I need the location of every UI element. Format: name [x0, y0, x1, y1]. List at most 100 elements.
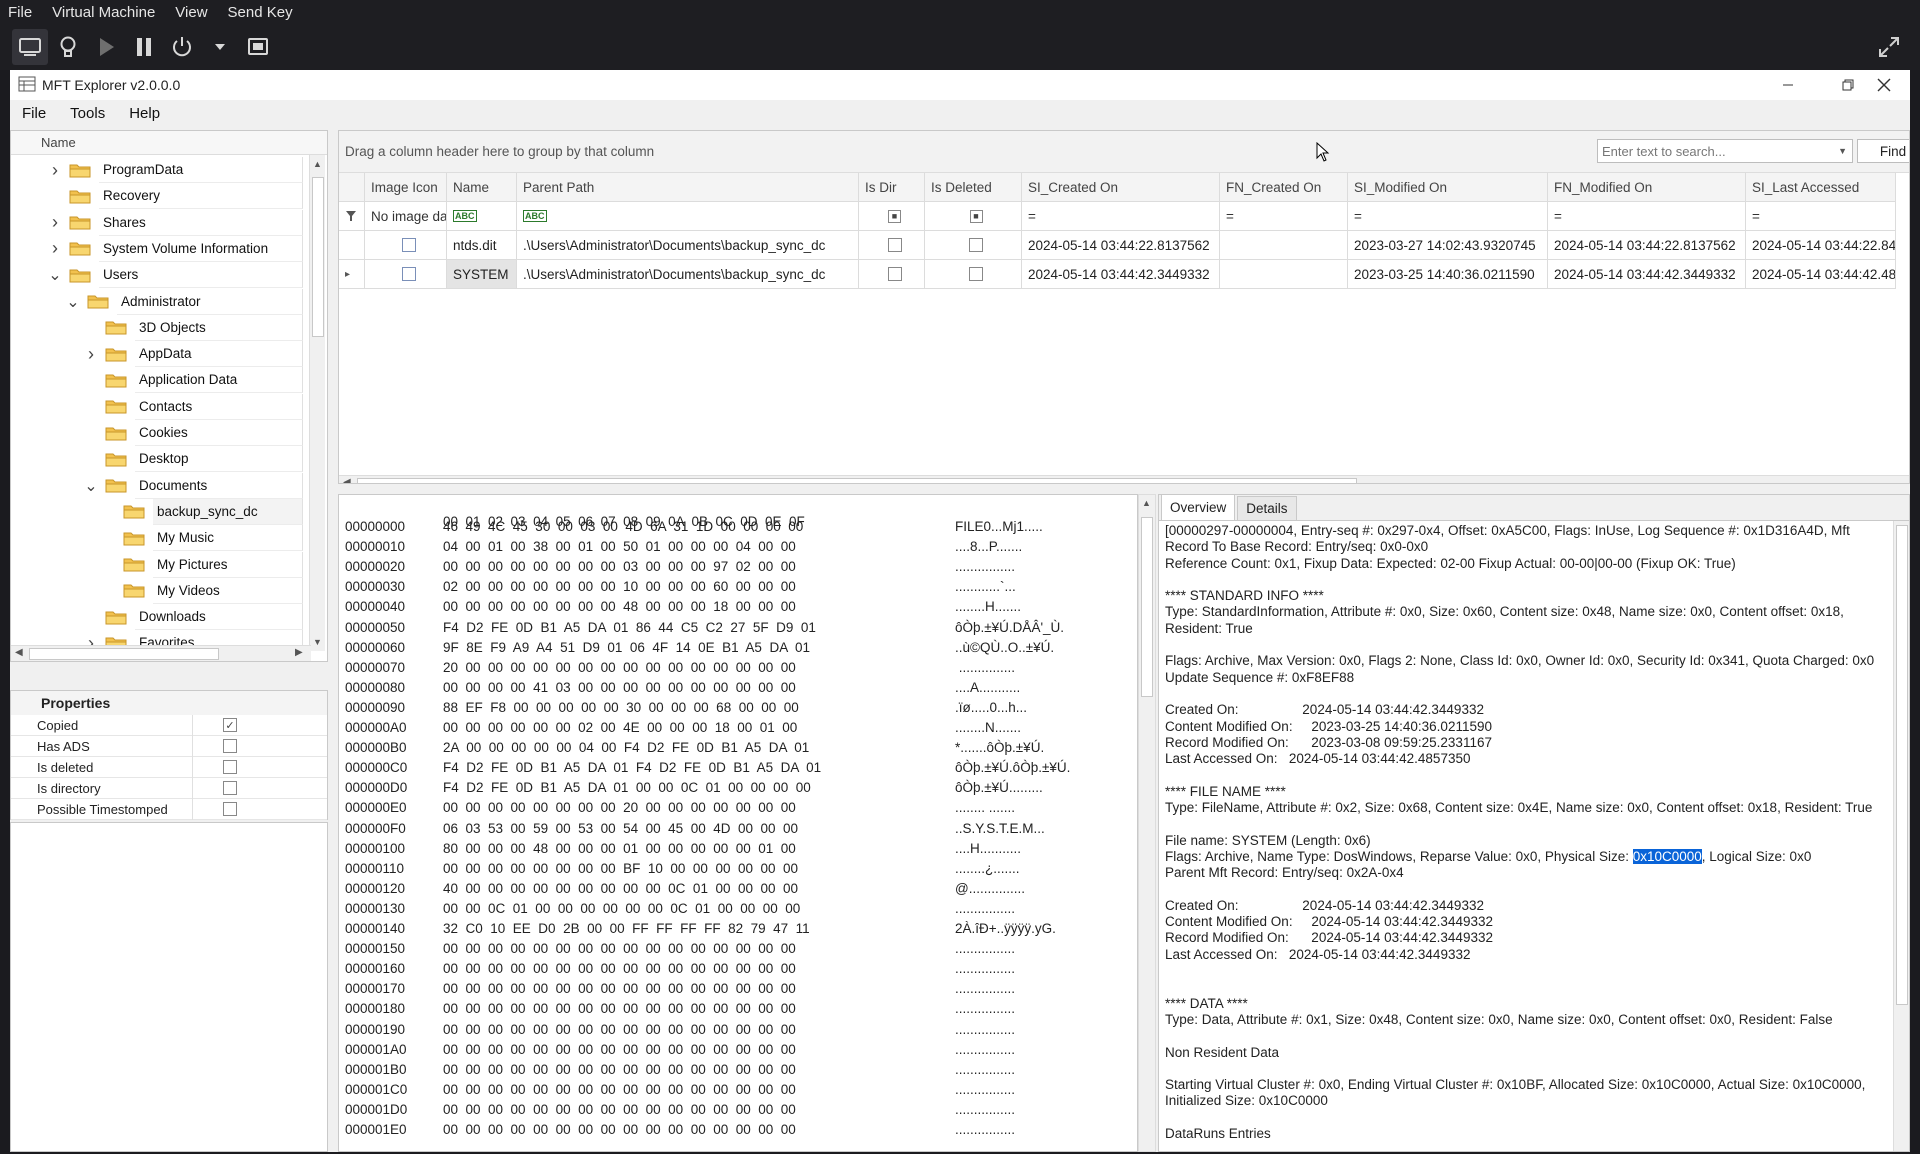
- scroll-left-icon[interactable]: ◀: [343, 477, 351, 483]
- hex-ascii[interactable]: FILE0...Mj1.....: [955, 519, 1043, 534]
- hex-viewer[interactable]: 00 01 02 03 04 05 06 07 08 09 0A 0B 0C 0…: [338, 494, 1138, 1152]
- chevron-down-icon[interactable]: ⌄: [65, 292, 81, 312]
- hex-bytes[interactable]: 04 00 01 00 38 00 01 00 50 01 00 00 00 0…: [443, 539, 796, 554]
- vm-menu-file[interactable]: File: [8, 4, 32, 21]
- overview-text[interactable]: [00000297-00000004, Entry-seq #: 0x297-0…: [1165, 523, 1905, 1142]
- row-checkbox[interactable]: [969, 267, 983, 281]
- filter-si-created[interactable]: =: [1022, 202, 1220, 231]
- tree-item[interactable]: › AppData: [83, 341, 303, 368]
- hex-ascii[interactable]: 2À.îÐ+..ÿÿÿÿ.yG.: [955, 921, 1056, 936]
- hex-bytes[interactable]: 00 00 00 00 00 00 00 00 00 00 00 00 00 0…: [443, 1001, 796, 1016]
- hex-bytes[interactable]: F4 D2 FE 0D B1 A5 DA 01 00 00 0C 01 00 0…: [443, 780, 811, 795]
- filter-parent[interactable]: ABC: [517, 202, 859, 231]
- hex-ascii[interactable]: ................: [955, 981, 1015, 996]
- tree-item[interactable]: My Videos: [101, 577, 303, 604]
- menu-tools[interactable]: Tools: [58, 105, 117, 122]
- power-icon[interactable]: [164, 29, 200, 65]
- hex-bytes[interactable]: 2A 00 00 00 00 00 04 00 F4 D2 FE 0D B1 A…: [443, 740, 809, 755]
- scroll-up-icon[interactable]: ▲: [313, 159, 322, 169]
- filter-checkbox[interactable]: ■: [969, 209, 983, 223]
- hex-ascii[interactable]: ................: [955, 1042, 1015, 1057]
- hex-ascii[interactable]: ............`...: [955, 579, 1016, 594]
- chevron-down-icon[interactable]: ⌄: [83, 476, 99, 496]
- hex-ascii[interactable]: .ïø.....0...h...: [955, 700, 1027, 715]
- grid-header-row[interactable]: Image Icon Name Parent Path Is Dir Is Delete…: [339, 173, 1896, 202]
- bulb-icon[interactable]: [50, 29, 86, 65]
- row-checkbox[interactable]: [887, 238, 902, 252]
- hex-bytes[interactable]: 00 00 00 00 00 00 00 00 00 00 00 00 00 0…: [443, 1042, 796, 1057]
- hex-ascii[interactable]: ........¿.......: [955, 861, 1020, 876]
- hex-ascii[interactable]: ........ .......: [955, 800, 1015, 815]
- power-dropdown-icon[interactable]: [202, 29, 238, 65]
- hex-bytes[interactable]: F4 D2 FE 0D B1 A5 DA 01 86 44 C5 C2 27 5…: [443, 620, 816, 635]
- col-name[interactable]: Name: [447, 173, 517, 202]
- snapshot-icon[interactable]: [240, 29, 276, 65]
- col-si-modified[interactable]: SI_Modified On: [1348, 173, 1548, 202]
- col-image-icon[interactable]: Image Icon: [365, 173, 447, 202]
- tree-item[interactable]: My Pictures: [101, 551, 303, 578]
- menu-file[interactable]: File: [10, 105, 58, 122]
- minimize-icon[interactable]: [1764, 70, 1812, 100]
- property-checkbox[interactable]: [223, 781, 237, 795]
- hex-bytes[interactable]: 9F 8E F9 A9 A4 51 D9 01 06 4F 14 0E B1 A…: [443, 640, 810, 655]
- hex-bytes[interactable]: 00 00 00 00 00 00 00 00 BF 10 00 00 00 0…: [443, 861, 798, 876]
- hex-ascii[interactable]: ................: [955, 1102, 1015, 1117]
- hex-ascii[interactable]: ..ù©QÙ..O..±¥Ú.: [955, 640, 1054, 655]
- tree-item[interactable]: Application Data: [83, 367, 303, 394]
- scroll-thumb[interactable]: [1896, 525, 1908, 1005]
- vm-menu-send-key[interactable]: Send Key: [228, 4, 293, 21]
- fullscreen-icon[interactable]: [1872, 30, 1906, 64]
- tree-item[interactable]: Contacts: [83, 393, 303, 420]
- hex-ascii[interactable]: ....8...P.......: [955, 539, 1022, 554]
- property-checkbox[interactable]: [223, 760, 237, 774]
- hex-ascii[interactable]: ôÒþ.±¥Ú.ôÒþ.±¥Ú.: [955, 760, 1070, 775]
- chevron-down-icon[interactable]: ⌄: [47, 265, 63, 285]
- hex-bytes[interactable]: 00 00 00 00 00 00 00 00 00 00 00 00 00 0…: [443, 981, 796, 996]
- scroll-thumb[interactable]: [357, 478, 1357, 483]
- scroll-left-icon[interactable]: ◀: [15, 647, 23, 658]
- tree-item[interactable]: Desktop: [83, 446, 303, 473]
- tree-item[interactable]: ⌄ Documents: [83, 472, 303, 499]
- filter-checkbox[interactable]: ■: [888, 209, 901, 223]
- hex-ascii[interactable]: @...............: [955, 881, 1025, 896]
- selected-text[interactable]: 0x10C0000: [1632, 848, 1702, 864]
- chevron-right-icon[interactable]: ›: [83, 344, 99, 365]
- search-dropdown-icon[interactable]: ▼: [1838, 146, 1847, 156]
- console-icon[interactable]: [12, 29, 48, 65]
- hex-ascii[interactable]: ................: [955, 941, 1015, 956]
- hex-ascii[interactable]: ................: [955, 1022, 1015, 1037]
- scroll-thumb[interactable]: [312, 177, 324, 337]
- find-button[interactable]: Find: [1857, 139, 1909, 163]
- tree-item[interactable]: Cookies: [83, 420, 303, 446]
- hex-ascii[interactable]: ................: [955, 1122, 1015, 1137]
- tree-horizontal-scrollbar[interactable]: ◀ ▶: [11, 645, 311, 661]
- hex-ascii[interactable]: ................: [955, 961, 1015, 976]
- tree-vertical-scrollbar[interactable]: ▲ ▼: [309, 155, 325, 651]
- hex-bytes[interactable]: 00 00 00 00 00 00 00 00 48 00 00 00 18 0…: [443, 599, 796, 614]
- grid-row[interactable]: ▸ SYSTEM .\Users\Administrator\Documents\b…: [339, 260, 1896, 289]
- grid-row[interactable]: ntds.dit .\Users\Administrator\Documents\…: [339, 231, 1896, 260]
- hex-ascii[interactable]: ...............: [955, 660, 1015, 675]
- filter-is-deleted[interactable]: ■: [925, 202, 1022, 231]
- scroll-down-icon[interactable]: ▼: [313, 637, 322, 647]
- hex-bytes[interactable]: 06 03 53 00 59 00 53 00 54 00 45 00 4D 0…: [443, 821, 798, 836]
- hex-bytes[interactable]: 00 00 00 00 00 00 00 00 00 00 00 00 00 0…: [443, 961, 796, 976]
- pause-icon[interactable]: [126, 29, 162, 65]
- hex-bytes[interactable]: 32 C0 10 EE D0 2B 00 00 FF FF FF FF 82 7…: [443, 921, 810, 936]
- hex-ascii[interactable]: ................: [955, 1082, 1015, 1097]
- col-parent-path[interactable]: Parent Path: [517, 173, 859, 202]
- hex-bytes[interactable]: 80 00 00 00 48 00 00 00 01 00 00 00 00 0…: [443, 841, 796, 856]
- scroll-right-icon[interactable]: ▶: [295, 647, 303, 658]
- tree-item[interactable]: ⌄ Users: [47, 262, 303, 289]
- filter-fn-modified[interactable]: =: [1548, 202, 1746, 231]
- hex-bytes[interactable]: 20 00 00 00 00 00 00 00 00 00 00 00 00 0…: [443, 660, 796, 675]
- tree-item[interactable]: 3D Objects: [83, 314, 303, 341]
- tree-item[interactable]: Recovery: [47, 183, 303, 210]
- property-checkbox[interactable]: [223, 802, 237, 816]
- tree-item[interactable]: › ProgramData: [47, 157, 303, 183]
- hex-bytes[interactable]: 40 00 00 00 00 00 00 00 00 00 0C 01 00 0…: [443, 881, 798, 896]
- hex-bytes[interactable]: 46 49 4C 45 30 00 03 00 4D 6A 31 1D 00 0…: [443, 519, 803, 534]
- hex-bytes[interactable]: 00 00 00 00 00 00 00 00 00 00 00 00 00 0…: [443, 941, 796, 956]
- hex-ascii[interactable]: ....H...........: [955, 841, 1021, 856]
- hex-ascii[interactable]: *.......ôÒþ.±¥Ú.: [955, 740, 1044, 755]
